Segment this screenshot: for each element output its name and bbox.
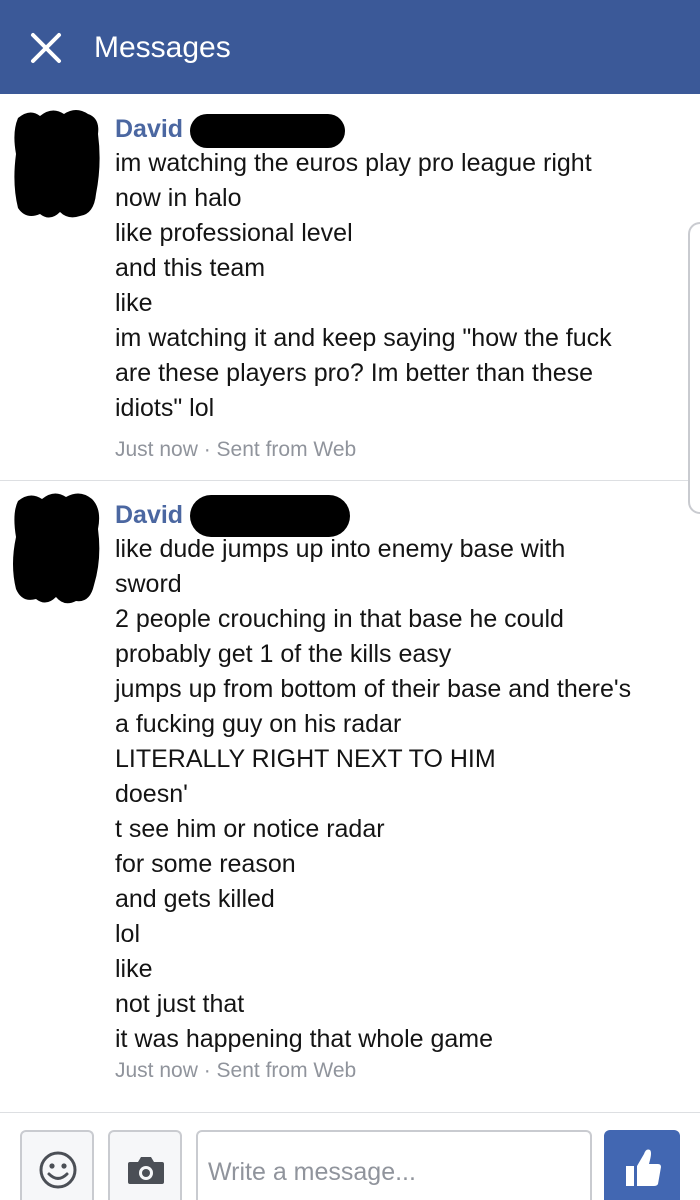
message-line: and this team [115,254,266,282]
message-timestamp: Just now · Sent from Web [115,438,357,461]
redacted-surname [190,495,350,537]
redacted-surname [190,114,345,148]
smiley-icon [39,1151,77,1189]
message-item: David im watching the euros play pro lea… [0,94,700,481]
message-line: now in halo [115,184,242,212]
message-line: a fucking guy on his radar [115,710,402,738]
message-line: probably get 1 of the kills easy [115,640,452,668]
message-line: like [115,955,153,983]
camera-icon [128,1157,164,1184]
sender-name[interactable]: David [115,113,183,145]
avatar[interactable] [10,489,102,607]
message-line: idiots" lol [115,394,215,422]
message-line: like [115,289,153,317]
page-title: Messages [94,31,231,64]
message-line: doesn' [115,780,188,808]
emoji-button[interactable] [20,1130,94,1200]
close-icon [31,33,61,63]
header-bar: Messages [0,0,700,94]
message-body: like dude jumps up into enemy base with … [115,532,685,1057]
message-line: are these players pro? Im better than th… [115,359,594,387]
message-line: like dude jumps up into enemy base with [115,535,566,563]
avatar[interactable] [10,104,102,222]
close-button[interactable] [28,30,64,66]
sender-name[interactable]: David [115,499,183,531]
message-line: and gets killed [115,885,275,913]
message-line: it was happening that whole game [115,1025,494,1053]
message-line: t see him or notice radar [115,815,385,843]
redacted-avatar [14,110,100,218]
message-body: im watching the euros play pro league ri… [115,146,685,426]
thumbs-up-icon [626,1149,661,1186]
message-line: for some reason [115,850,296,878]
redacted-avatar [13,493,100,604]
message-composer [0,1120,700,1200]
message-line: im watching the euros play pro league ri… [115,149,592,177]
message-line: jumps up from bottom of their base and t… [115,675,632,703]
like-button[interactable] [604,1130,680,1200]
message-timestamp: Just now · Sent from Web [115,1059,357,1082]
message-line: 2 people crouching in that base he could [115,605,564,633]
message-line: sword [115,570,182,598]
message-thread[interactable]: David im watching the euros play pro lea… [0,94,700,1113]
message-line: lol [115,920,141,948]
message-line: LITERALLY RIGHT NEXT TO HIM [115,745,496,773]
message-input[interactable] [196,1130,592,1200]
message-line: im watching it and keep saying "how the … [115,324,612,352]
message-line: like professional level [115,219,353,247]
message-line: not just that [115,990,245,1018]
message-item: David like dude jumps up into enemy base… [0,481,700,1113]
scrollbar[interactable] [688,222,700,514]
camera-button[interactable] [108,1130,182,1200]
